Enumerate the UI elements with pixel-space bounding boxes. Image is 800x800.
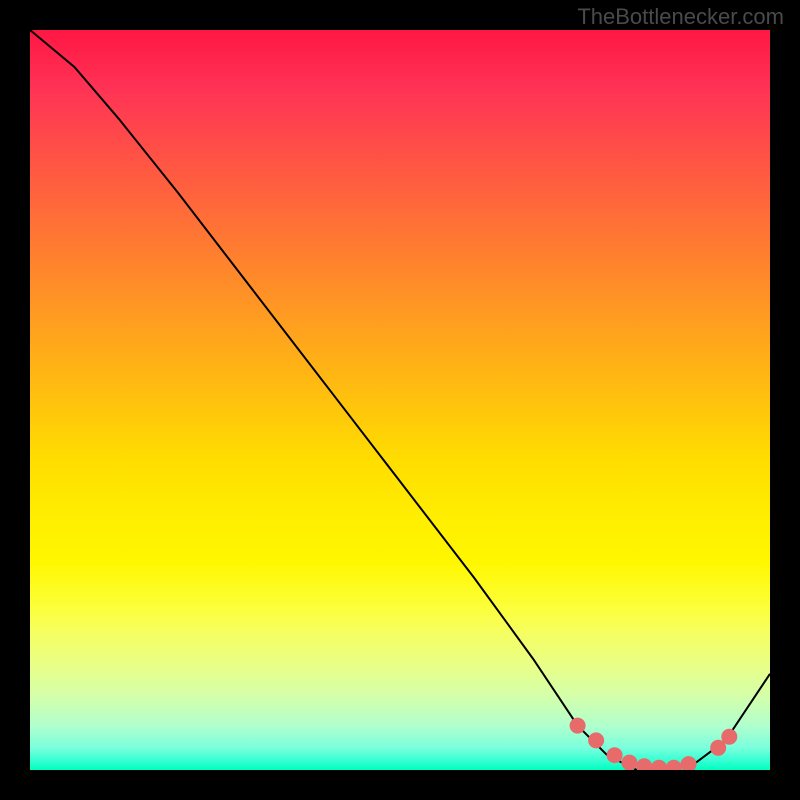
marker-dot bbox=[666, 760, 682, 770]
marker-dot bbox=[588, 732, 604, 748]
chart-area bbox=[30, 30, 770, 770]
marker-dot bbox=[681, 756, 697, 770]
marker-dot bbox=[607, 747, 623, 763]
bottleneck-curve bbox=[30, 30, 770, 770]
marker-dot bbox=[721, 729, 737, 745]
marker-group bbox=[570, 718, 738, 770]
chart-svg bbox=[30, 30, 770, 770]
marker-dot bbox=[621, 755, 637, 770]
watermark: TheBottlenecker.com bbox=[577, 4, 784, 30]
marker-dot bbox=[570, 718, 586, 734]
marker-dot bbox=[636, 758, 652, 770]
marker-dot bbox=[651, 760, 667, 770]
